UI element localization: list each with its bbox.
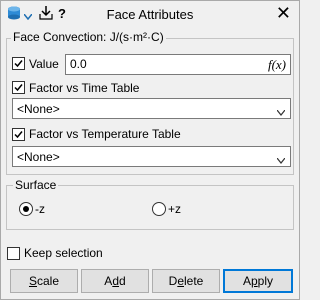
temperature-table-dropdown[interactable]: <None> <box>12 146 291 167</box>
close-icon[interactable]: ✕ <box>276 3 291 23</box>
time-table-dropdown[interactable]: <None> <box>12 98 291 119</box>
value-label: Value <box>29 57 59 71</box>
temperature-table-selected: <None> <box>17 150 60 164</box>
surface-group-title: Surface <box>13 178 59 192</box>
keep-selection-label: Keep selection <box>24 246 103 260</box>
surface-plus-z-radio[interactable] <box>152 202 166 216</box>
title-bar: ? Face Attributes ✕ <box>1 1 299 27</box>
face-attributes-dialog: ? Face Attributes ✕ Face Convection: J/(… <box>0 0 300 300</box>
keep-selection-checkbox[interactable] <box>7 247 20 260</box>
delete-button[interactable]: Delete <box>152 269 220 293</box>
value-input[interactable]: 0.0 f(x) <box>65 54 291 75</box>
time-table-selected: <None> <box>17 102 60 116</box>
apply-button[interactable]: Apply <box>223 269 293 293</box>
chevron-down-icon <box>276 105 286 119</box>
temperature-table-checkbox[interactable] <box>12 128 25 141</box>
time-table-label: Factor vs Time Table <box>29 81 140 95</box>
surface-plus-z-label: +z <box>168 202 182 216</box>
function-button[interactable]: f(x) <box>268 57 286 73</box>
window-title: Face Attributes <box>106 7 194 22</box>
add-button[interactable]: Add <box>81 269 149 293</box>
time-table-checkbox[interactable] <box>12 81 25 94</box>
chevron-down-icon <box>276 153 286 167</box>
convection-group-title: Face Convection: J/(s·m²·C) <box>11 30 166 44</box>
value-input-text: 0.0 <box>70 57 87 71</box>
scale-button[interactable]: Scale <box>10 269 78 293</box>
value-checkbox[interactable] <box>12 57 25 70</box>
surface-minus-z-label: -z <box>35 202 45 216</box>
temperature-table-label: Factor vs Temperature Table <box>29 127 181 141</box>
surface-minus-z-radio[interactable] <box>19 202 33 216</box>
